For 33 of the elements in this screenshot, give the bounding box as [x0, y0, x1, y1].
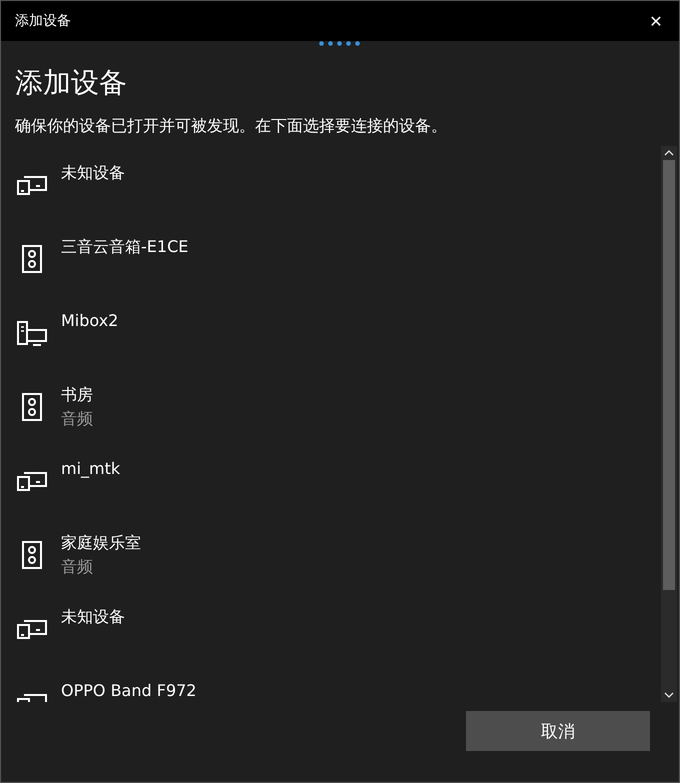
device-icon [17, 617, 47, 639]
device-type: 音频 [61, 556, 94, 578]
device-item[interactable]: 三音云音箱-E1CE [1, 220, 661, 294]
device-type: 音频 [61, 408, 93, 430]
speaker-icon [22, 541, 42, 569]
device-item[interactable]: Mibox2 [1, 294, 661, 368]
device-name: 未知设备 [61, 162, 125, 184]
device-icon [17, 173, 47, 195]
device-name: mi_mtk [61, 458, 120, 480]
instruction-text: 确保你的设备已打开并可被发现。在下面选择要连接的设备。 [14, 115, 448, 137]
progress-dots-icon [319, 41, 361, 46]
close-button[interactable]: ✕ [633, 1, 679, 41]
device-name: 家庭娱乐室 [61, 532, 141, 554]
speaker-icon [22, 393, 42, 421]
speaker-icon [22, 245, 42, 273]
device-item[interactable]: 未知设备 [1, 146, 661, 220]
device-name: 书房 [61, 384, 93, 406]
device-name: 未知设备 [61, 606, 125, 628]
device-item[interactable]: 家庭娱乐室 音频 [1, 516, 661, 590]
cancel-button[interactable]: 取消 [466, 711, 650, 751]
device-name: OPPO Band F972 [61, 680, 196, 702]
device-item[interactable]: 未知设备 [1, 590, 661, 664]
scroll-thumb[interactable] [663, 160, 675, 590]
scrollbar[interactable] [661, 146, 677, 702]
device-icon [17, 469, 47, 491]
page-heading: 添加设备 [14, 65, 128, 101]
window-title: 添加设备 [14, 12, 71, 30]
device-item[interactable]: OPPO Band F972 [1, 664, 661, 702]
device-item[interactable]: 书房 音频 [1, 368, 661, 442]
computer-icon [17, 321, 47, 347]
device-name: Mibox2 [61, 310, 118, 332]
device-name: 三音云音箱-E1CE [61, 236, 188, 258]
device-item[interactable]: mi_mtk [1, 442, 661, 516]
